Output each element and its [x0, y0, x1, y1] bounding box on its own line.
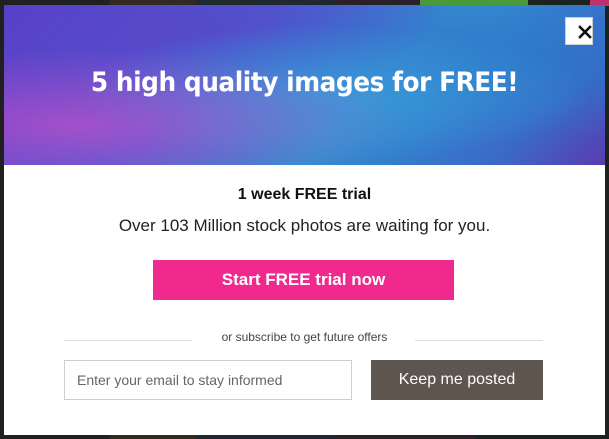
trial-subtitle: Over 103 Million stock photos are waitin… — [118, 216, 491, 235]
hero-title: 5 high quality images for FREE! — [90, 67, 519, 98]
divider-text: or subscribe to get future offers — [221, 330, 388, 344]
free-trial-modal: 5 high quality images for FREE! 1 week F… — [4, 5, 605, 435]
email-input[interactable] — [64, 360, 352, 400]
divider-right — [415, 340, 543, 341]
keep-me-posted-button[interactable]: Keep me posted — [371, 360, 543, 400]
close-icon — [578, 25, 592, 39]
close-button[interactable] — [565, 17, 593, 45]
start-trial-button[interactable]: Start FREE trial now — [153, 260, 454, 300]
hero-banner: 5 high quality images for FREE! — [4, 5, 605, 165]
trial-heading: 1 week FREE trial — [237, 186, 372, 203]
